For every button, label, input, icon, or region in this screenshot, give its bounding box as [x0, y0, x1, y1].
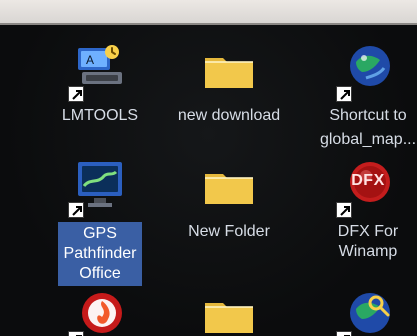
desktop-icon-partial-globe[interactable]: [303, 283, 417, 336]
globe-map-icon: [336, 38, 400, 102]
desktop-icon-gps-pathfinder-office[interactable]: GPS Pathfinder Office: [35, 154, 165, 291]
desktop-icon-label-line2: Pathfinder: [63, 245, 137, 262]
desktop-icon-new-download[interactable]: new download: [164, 38, 294, 131]
dfx-icon: DFX: [336, 154, 400, 218]
shortcut-arrow-icon: [336, 331, 352, 336]
desktop-icon-new-folder[interactable]: New Folder: [164, 154, 294, 247]
desktop-icon-partial[interactable]: [35, 283, 165, 336]
desktop-icon-label-line2: global_map...: [319, 131, 417, 148]
desktop-icon-label-selected: GPS Pathfinder Office: [57, 222, 143, 286]
globe-search-icon: [336, 283, 400, 336]
desktop-icon-label-line1: DFX For: [337, 223, 399, 240]
fire-app-icon: [68, 283, 132, 336]
desktop-icon-label: LMTOOLS: [61, 107, 139, 124]
svg-text:A: A: [86, 53, 94, 67]
desktop-icon-dfx-for-winamp[interactable]: DFX DFX For Winamp: [303, 154, 417, 267]
shortcut-arrow-icon: [68, 86, 84, 102]
desktop-icon-label: DFX For Winamp: [336, 222, 400, 262]
shortcut-arrow-icon: [336, 86, 352, 102]
desktop-icon-label-line3: Office: [79, 265, 121, 282]
desktop-icon-label: new download: [177, 107, 281, 124]
folder-icon: [197, 283, 261, 336]
desktop-icon-label-line2: Winamp: [338, 243, 398, 260]
folder-icon: [197, 154, 261, 218]
desktop-icon-label: New Folder: [188, 223, 270, 240]
folder-icon: [197, 38, 261, 102]
shortcut-arrow-icon: [68, 331, 84, 336]
desktop-icon-label: Shortcut to global_map...: [306, 106, 417, 150]
dfx-badge-text: DFX: [351, 172, 385, 189]
shortcut-arrow-icon: [336, 202, 352, 218]
desktop-icon-partial-folder[interactable]: [164, 283, 294, 336]
top-window-edge: [0, 0, 417, 23]
lmtools-app-icon: A: [68, 38, 132, 102]
desktop-icon-label-line1: Shortcut to: [329, 107, 407, 124]
desktop-icon-label-line1: GPS: [83, 225, 117, 242]
desktop-icon-lmtools[interactable]: A LMTOOLS: [35, 38, 165, 131]
gps-pathfinder-monitor-icon: [68, 154, 132, 218]
desktop-icon-shortcut-global-map[interactable]: Shortcut to global_map...: [303, 38, 417, 155]
shortcut-arrow-icon: [68, 202, 84, 218]
